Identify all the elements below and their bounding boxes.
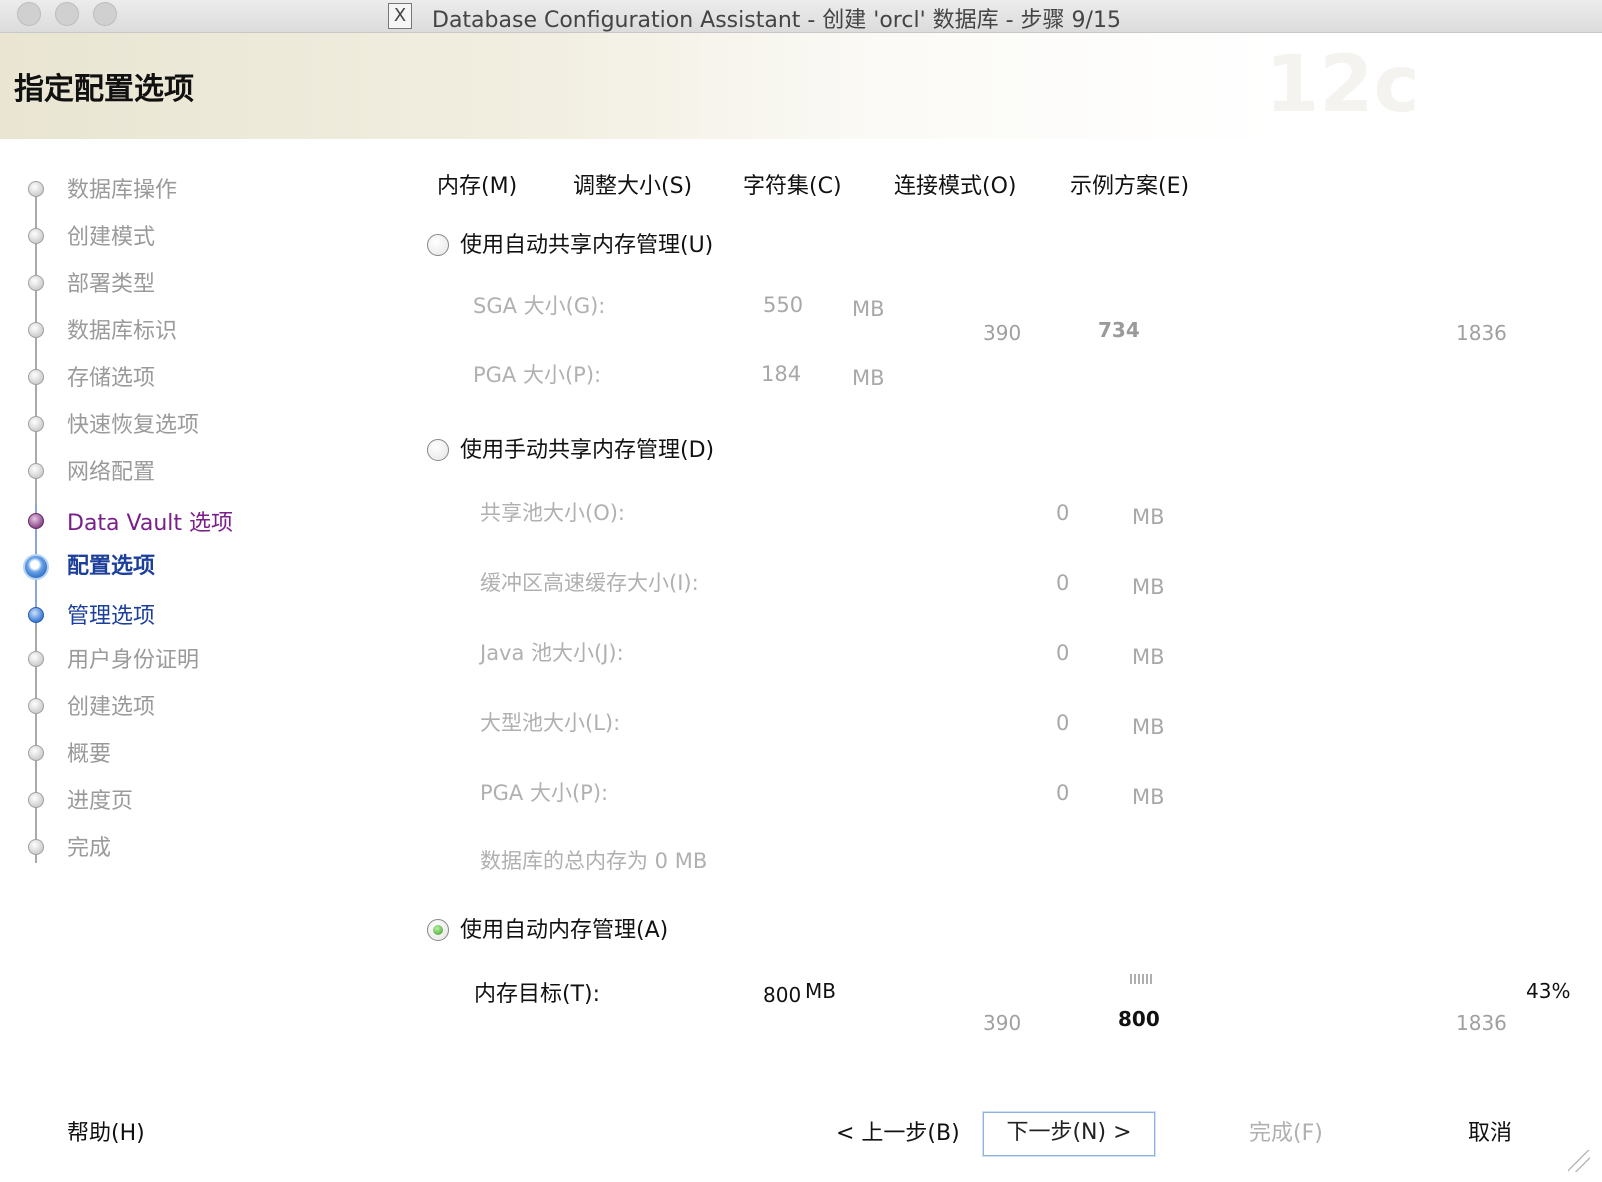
sga-unit: MB	[852, 297, 885, 321]
memory-target-unit: MB	[805, 979, 836, 1003]
asmm-scale-min: 390	[983, 321, 1022, 345]
window-title: Database Configuration Assistant - 创建 'o…	[432, 8, 1121, 33]
tab-sample-schemas[interactable]: 示例方案(E)	[1070, 168, 1189, 200]
tab-connection-mode[interactable]: 连接模式(O)	[894, 168, 1016, 200]
help-button[interactable]: 帮助(H)	[67, 1115, 145, 1147]
shared-pool-unit: MB	[1132, 505, 1165, 529]
step-marker	[28, 513, 44, 529]
version-watermark: 12c	[1265, 40, 1420, 130]
step-marker	[28, 416, 44, 432]
step-data-vault[interactable]: Data Vault 选项	[67, 505, 233, 537]
amm-label[interactable]: 使用自动内存管理(A)	[460, 912, 668, 944]
large-pool-field[interactable]: 0	[1056, 711, 1069, 735]
step-deployment-type[interactable]: 部署类型	[67, 266, 155, 298]
step-network-config[interactable]: 网络配置	[67, 454, 155, 486]
step-configuration-options[interactable]: 配置选项	[67, 548, 155, 580]
memory-percent: 43%	[1526, 979, 1571, 1003]
manual-pga-field[interactable]: 0	[1056, 781, 1069, 805]
cancel-button[interactable]: 取消	[1468, 1115, 1512, 1147]
zoom-window-button[interactable]	[93, 2, 117, 26]
manual-pga-label: PGA 大小(P):	[480, 781, 609, 805]
step-marker	[28, 698, 44, 714]
sga-size-label: SGA 大小(G):	[473, 294, 606, 318]
asmm-radio[interactable]	[427, 234, 449, 256]
step-database-operation[interactable]: 数据库操作	[67, 172, 177, 204]
page-title: 指定配置选项	[14, 72, 194, 107]
large-pool-label: 大型池大小(L):	[480, 711, 621, 735]
step-marker	[28, 275, 44, 291]
step-finish[interactable]: 完成	[67, 830, 111, 862]
tab-memory[interactable]: 内存(M)	[437, 168, 517, 200]
next-button[interactable]: 下一步(N) >	[983, 1112, 1155, 1156]
amm-scale-current: 800	[1118, 1007, 1160, 1031]
step-management-options[interactable]: 管理选项	[67, 598, 155, 630]
x11-app-icon: X	[388, 3, 412, 29]
finish-button[interactable]: 完成(F)	[1249, 1115, 1323, 1147]
java-pool-label: Java 池大小(J):	[480, 641, 624, 665]
sga-size-field[interactable]: 550	[763, 293, 803, 317]
step-creation-mode[interactable]: 创建模式	[67, 219, 155, 251]
memory-target-field[interactable]: 800	[763, 983, 801, 1007]
total-memory-text: 数据库的总内存为 0 MB	[480, 849, 708, 873]
title-bar: X Database Configuration Assistant - 创建 …	[0, 0, 1602, 33]
step-progress[interactable]: 进度页	[67, 783, 133, 815]
step-marker	[28, 322, 44, 338]
step-storage-option[interactable]: 存储选项	[67, 360, 155, 392]
step-marker	[28, 651, 44, 667]
buffer-cache-label: 缓冲区高速缓存大小(I):	[480, 571, 699, 595]
back-button[interactable]: < 上一步(B)	[836, 1115, 960, 1147]
amm-scale-min: 390	[983, 1011, 1022, 1035]
close-window-button[interactable]	[17, 2, 41, 26]
tab-sizing[interactable]: 调整大小(S)	[573, 168, 692, 200]
amm-scale-max: 1836	[1456, 1011, 1507, 1035]
manual-memory-label[interactable]: 使用手动共享内存管理(D)	[460, 432, 714, 464]
buffer-cache-unit: MB	[1132, 575, 1165, 599]
step-marker	[28, 792, 44, 808]
buffer-cache-field[interactable]: 0	[1056, 571, 1069, 595]
java-pool-unit: MB	[1132, 645, 1165, 669]
pga-size-label: PGA 大小(P):	[473, 363, 602, 387]
pga-size-field[interactable]: 184	[761, 362, 801, 386]
step-creation-options[interactable]: 创建选项	[67, 689, 155, 721]
manual-pga-unit: MB	[1132, 785, 1165, 809]
shared-pool-field[interactable]: 0	[1056, 501, 1069, 525]
amm-radio[interactable]	[427, 919, 449, 941]
memory-slider-thumb[interactable]	[1130, 974, 1152, 984]
asmm-scale-max: 1836	[1456, 321, 1507, 345]
step-marker	[28, 228, 44, 244]
shared-pool-label: 共享池大小(O):	[480, 501, 625, 525]
minimize-window-button[interactable]	[55, 2, 79, 26]
step-marker	[28, 839, 44, 855]
step-user-credentials[interactable]: 用户身份证明	[67, 642, 199, 674]
large-pool-unit: MB	[1132, 715, 1165, 739]
step-database-identification[interactable]: 数据库标识	[67, 313, 177, 345]
java-pool-field[interactable]: 0	[1056, 641, 1069, 665]
step-marker	[28, 607, 44, 623]
tab-character-sets[interactable]: 字符集(C)	[743, 168, 842, 200]
step-marker-current	[23, 554, 49, 580]
step-marker	[28, 463, 44, 479]
manual-memory-radio[interactable]	[427, 439, 449, 461]
resize-grip[interactable]	[1568, 1150, 1590, 1172]
step-marker	[28, 181, 44, 197]
step-marker	[28, 745, 44, 761]
asmm-scale-current: 734	[1098, 318, 1140, 342]
step-summary[interactable]: 概要	[67, 736, 111, 768]
step-fast-recovery[interactable]: 快速恢复选项	[67, 407, 199, 439]
step-marker	[28, 369, 44, 385]
asmm-label[interactable]: 使用自动共享内存管理(U)	[460, 227, 713, 259]
memory-target-label: 内存目标(T):	[474, 982, 601, 1007]
pga-unit: MB	[852, 366, 885, 390]
